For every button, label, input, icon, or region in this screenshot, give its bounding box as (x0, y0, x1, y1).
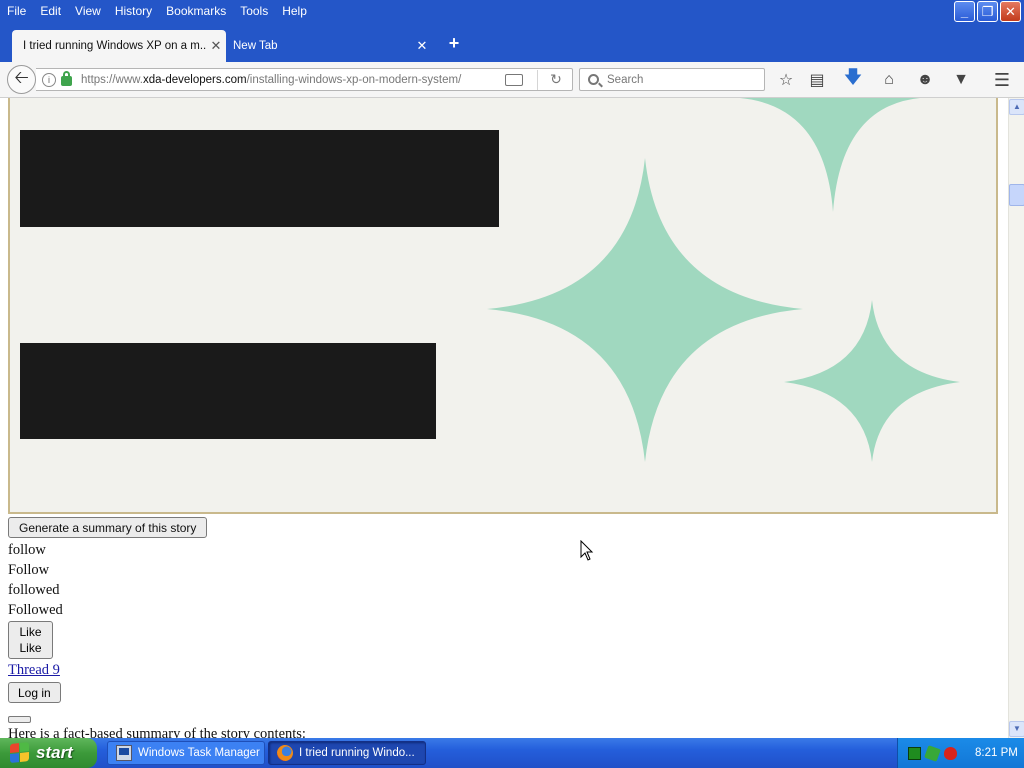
sparkle-graphic (487, 98, 960, 462)
summary-intro-text: Here is a fact-based summary of the stor… (8, 726, 306, 738)
menu-history[interactable]: History (115, 4, 152, 18)
home-icon[interactable]: ⌂ (879, 70, 899, 90)
menu-help[interactable]: Help (282, 4, 307, 18)
windows-logo-icon (10, 742, 30, 764)
tab-close-icon[interactable]: ✕ (206, 38, 226, 54)
menu-tools[interactable]: Tools (240, 4, 268, 18)
like-button[interactable]: Like Like (8, 621, 53, 659)
empty-button[interactable] (8, 716, 31, 723)
taskbar-item-label: Windows Task Manager (138, 747, 260, 759)
download-icon[interactable]: 🡇 (843, 67, 863, 90)
login-button[interactable]: Log in (8, 682, 61, 703)
reader-view-icon[interactable] (505, 73, 523, 86)
scroll-up-icon[interactable]: ▲ (1009, 99, 1024, 115)
sparkle-shape-large (487, 158, 803, 462)
firefox-icon (277, 745, 293, 761)
follow-text: follow (8, 542, 46, 558)
sparkle-shape-small (784, 300, 960, 462)
like-label: Like (19, 625, 42, 639)
tab-title: New Tab (233, 40, 278, 52)
hello-icon[interactable]: ☻ (915, 70, 935, 90)
url-host: xda-developers.com (143, 73, 247, 86)
reload-icon[interactable]: ↻ (546, 71, 566, 88)
menu-bookmarks[interactable]: Bookmarks (166, 4, 226, 18)
follow-text: Follow (8, 562, 50, 578)
url-separator (537, 69, 538, 90)
generate-summary-button[interactable]: Generate a summary of this story (8, 517, 208, 538)
search-bar[interactable]: Search (579, 68, 765, 91)
taskbar-item-firefox[interactable]: I tried running Windo... (268, 741, 426, 765)
url-text[interactable]: https://www.xda-developers.com/installin… (81, 74, 505, 86)
menu-edit[interactable]: Edit (40, 4, 61, 18)
restore-icon: ❐ (981, 3, 994, 19)
like-label: Like (19, 641, 42, 655)
taskbar-item-task-manager[interactable]: Windows Task Manager (107, 741, 265, 765)
minimize-button[interactable]: _ (954, 1, 975, 22)
taskbar: start Windows Task Manager I tried runni… (0, 738, 1024, 768)
pocket-icon[interactable]: ▼ (951, 70, 971, 90)
scrollbar-thumb[interactable] (1009, 184, 1024, 206)
start-button[interactable]: start (0, 738, 97, 768)
search-placeholder: Search (607, 73, 644, 86)
page-content: Generate a summary of this story follow … (0, 98, 1008, 738)
hero-image (8, 98, 998, 514)
followed-text: Followed (8, 602, 63, 618)
tab-new-tab[interactable]: New Tab ✕ (228, 30, 432, 62)
thread-link[interactable]: Thread 9 (8, 662, 60, 679)
security-shield-icon[interactable] (944, 746, 957, 760)
task-manager-icon (116, 745, 132, 761)
taskbar-item-label: I tried running Windo... (299, 747, 415, 759)
tab-strip: I tried running Windows XP on a m... ✕ N… (0, 22, 1024, 62)
library-icon[interactable]: ▤ (807, 70, 827, 90)
site-info-icon[interactable]: i (42, 72, 56, 87)
clock[interactable]: 8:21 PM (975, 747, 1018, 759)
url-path: /installing-windows-xp-on-modern-system/ (246, 73, 462, 86)
tab-close-icon[interactable]: ✕ (412, 38, 432, 54)
vertical-scrollbar[interactable]: ▲ ▼ (1008, 98, 1024, 738)
address-bar[interactable]: i https://www.xda-developers.com/install… (36, 68, 573, 91)
tab-title: I tried running Windows XP on a m... (23, 40, 206, 52)
close-window-button[interactable]: ✕ (1000, 1, 1021, 22)
tray-network-icon[interactable] (924, 744, 941, 762)
close-icon: ✕ (1005, 3, 1016, 19)
star-icon[interactable]: ☆ (776, 70, 796, 90)
restore-button[interactable]: ❐ (977, 1, 998, 22)
hamburger-menu-icon[interactable]: ☰ (992, 70, 1012, 90)
mouse-cursor-icon (580, 540, 594, 561)
start-label: start (36, 743, 73, 762)
menu-view[interactable]: View (75, 4, 101, 18)
minimize-icon: _ (960, 4, 969, 19)
tab-xda-article[interactable]: I tried running Windows XP on a m... ✕ (12, 30, 226, 62)
followed-text: followed (8, 582, 60, 598)
url-prefix: https://www. (81, 73, 143, 86)
back-button[interactable]: 🡠 (7, 65, 36, 94)
search-icon (588, 74, 599, 85)
back-arrow-icon: 🡠 (14, 66, 29, 87)
tray-monitor-icon[interactable] (908, 746, 921, 760)
system-tray: 8:21 PM (897, 738, 1024, 768)
new-tab-button[interactable]: + (444, 34, 464, 54)
navigation-toolbar: 🡠 i https://www.xda-developers.com/insta… (0, 62, 1024, 98)
sparkle-shape-top (740, 98, 920, 212)
menu-file[interactable]: File (7, 4, 26, 18)
scroll-down-icon[interactable]: ▼ (1009, 721, 1024, 737)
lock-icon (61, 71, 72, 86)
menu-bar: File Edit View History Bookmarks Tools H… (0, 0, 1024, 22)
